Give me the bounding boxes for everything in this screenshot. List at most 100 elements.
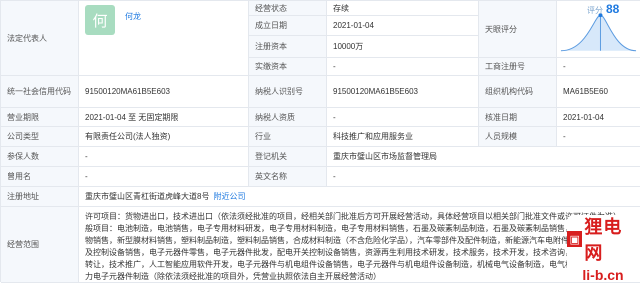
reg-authority-value: 重庆市璧山区市场监督管理局 [327,147,640,167]
tianyan-label-text: 天眼评分 [485,24,517,34]
insured-label-text: 参保人数 [7,152,39,161]
setup-date-value-text: 2021-01-04 [333,21,374,30]
taxpayer-id-value: 91500120MA61B5E603 [327,76,479,108]
credit-code-value-text: 91500120MA61B5E603 [85,87,170,96]
biz-reg-no-value: - [557,58,640,76]
taxpayer-id-label-text: 纳税人识别号 [255,87,303,96]
legal-rep-label: 法定代表人 [1,1,79,76]
english-name-label-text: 英文名称 [255,172,287,181]
company-type-label-text: 公司类型 [7,132,39,141]
watermark-url: li-b.cn [582,267,624,283]
status-value-text: 存续 [333,3,349,13]
term-value-text: 2021-01-04 至 无固定期限 [85,112,179,122]
reg-capital-value: 10000万 [327,36,479,58]
company-type-value-text: 有限责任公司(法人独资) [85,132,171,141]
term-label: 营业期限 [1,108,79,127]
reg-capital-label: 注册资本 [249,36,327,58]
biz-reg-no-label: 工商注册号 [479,58,557,76]
scope-value-text: 许可项目：货物进出口，技术进出口（依法须经批准的项目，经相关部门批准后方可开展经… [85,212,633,281]
credit-code-label-text: 统一社会信用代码 [7,87,71,96]
score-box: 评分 88 [587,2,619,16]
industry-value: 科技推广和应用服务业 [327,127,479,147]
scope-value: 许可项目：货物进出口，技术进出口（依法须经批准的项目，经相关部门批准后方可开展经… [79,207,640,283]
industry-label-text: 行业 [255,132,271,141]
reg-authority-label-text: 登记机关 [255,152,287,161]
english-name-value: - [327,167,640,187]
score-label: 评分 [587,6,603,15]
org-code-label-text: 组织机构代码 [485,87,533,96]
english-name-label: 英文名称 [249,167,327,187]
reg-authority-label: 登记机关 [249,147,327,167]
staff-size-label: 人员规模 [479,127,557,147]
legal-rep-cell: 何 何龙 [79,1,249,76]
insured-value: - [79,147,249,167]
industry-label: 行业 [249,127,327,147]
approve-date-value: 2021-01-04 [557,108,640,127]
staff-size-value-text: - [563,132,566,141]
score-curve-fill [560,14,637,51]
tianyan-label: 天眼评分 [479,1,557,58]
org-code-label: 组织机构代码 [479,76,557,108]
org-code-value-text: MA61B5E60 [563,87,608,96]
company-type-label: 公司类型 [1,127,79,147]
term-value: 2021-01-04 至 无固定期限 [79,108,249,127]
reg-capital-value-text: 10000万 [333,42,364,51]
status-value: 存续 [327,1,479,16]
taxpayer-id-label: 纳税人识别号 [249,76,327,108]
former-name-value: - [79,167,249,187]
taxpayer-qual-label: 纳税人资质 [249,108,327,127]
setup-date-label: 成立日期 [249,16,327,36]
address-label: 注册地址 [1,187,79,207]
former-name-label: 曾用名 [1,167,79,187]
paid-capital-value: - [327,58,479,76]
setup-date-label-text: 成立日期 [255,21,287,30]
company-info-table: 法定代表人 何 何龙 经营状态 存续 成立日期 2021-01-04 注册资本 … [0,0,640,283]
watermark-top: ▣ 狸电网 [567,213,639,265]
credit-code-value: 91500120MA61B5E603 [79,76,249,108]
score-value: 88 [606,2,620,16]
watermark-text: 狸电网 [584,217,623,263]
company-type-value: 有限责任公司(法人独资) [79,127,249,147]
address-value: 重庆市璧山区青杠街道虎峰大道8号 附近公司 [79,187,640,207]
former-name-label-text: 曾用名 [7,172,31,181]
term-label-text: 营业期限 [7,112,39,122]
avatar-char: 何 [92,12,108,30]
org-code-value: MA61B5E60 [557,76,640,108]
biz-reg-no-value-text: - [563,62,566,71]
staff-size-label-text: 人员规模 [485,132,517,141]
scope-label-text: 经营范围 [7,240,39,249]
former-name-value-text: - [85,172,88,181]
address-label-text: 注册地址 [7,192,39,201]
approve-date-label: 核准日期 [479,108,557,127]
reg-capital-label-text: 注册资本 [255,42,287,51]
legal-rep-name-link[interactable]: 何龙 [125,11,141,22]
approve-date-label-text: 核准日期 [485,112,517,122]
nearby-companies-link[interactable]: 附近公司 [213,191,245,202]
watermark-mark-icon: ▣ [567,231,583,247]
paid-capital-value-text: - [333,62,336,71]
paid-capital-label: 实缴资本 [249,58,327,76]
taxpayer-qual-label-text: 纳税人资质 [255,112,295,122]
industry-value-text: 科技推广和应用服务业 [333,132,413,141]
insured-label: 参保人数 [1,147,79,167]
credit-code-label: 统一社会信用代码 [1,76,79,108]
taxpayer-qual-value-text: - [333,112,336,122]
taxpayer-id-value-text: 91500120MA61B5E603 [333,87,418,96]
watermark-logo: ▣ 狸电网 li-b.cn [567,213,639,283]
setup-date-value: 2021-01-04 [327,16,479,36]
scope-label: 经营范围 [1,207,79,283]
taxpayer-qual-value: - [327,108,479,127]
status-label-text: 经营状态 [255,3,287,13]
english-name-value-text: - [333,172,336,181]
insured-value-text: - [85,152,88,161]
biz-reg-no-label-text: 工商注册号 [485,62,525,71]
paid-capital-label-text: 实缴资本 [255,62,287,71]
status-label: 经营状态 [249,1,327,16]
legal-rep-label-text: 法定代表人 [7,33,47,43]
address-value-text: 重庆市璧山区青杠街道虎峰大道8号 [85,192,210,201]
reg-authority-value-text: 重庆市璧山区市场监督管理局 [333,152,437,161]
avatar: 何 [85,5,115,35]
tianyan-score-cell[interactable]: 评分 88 [557,1,640,58]
approve-date-value-text: 2021-01-04 [563,112,604,122]
staff-size-value: - [557,127,640,147]
